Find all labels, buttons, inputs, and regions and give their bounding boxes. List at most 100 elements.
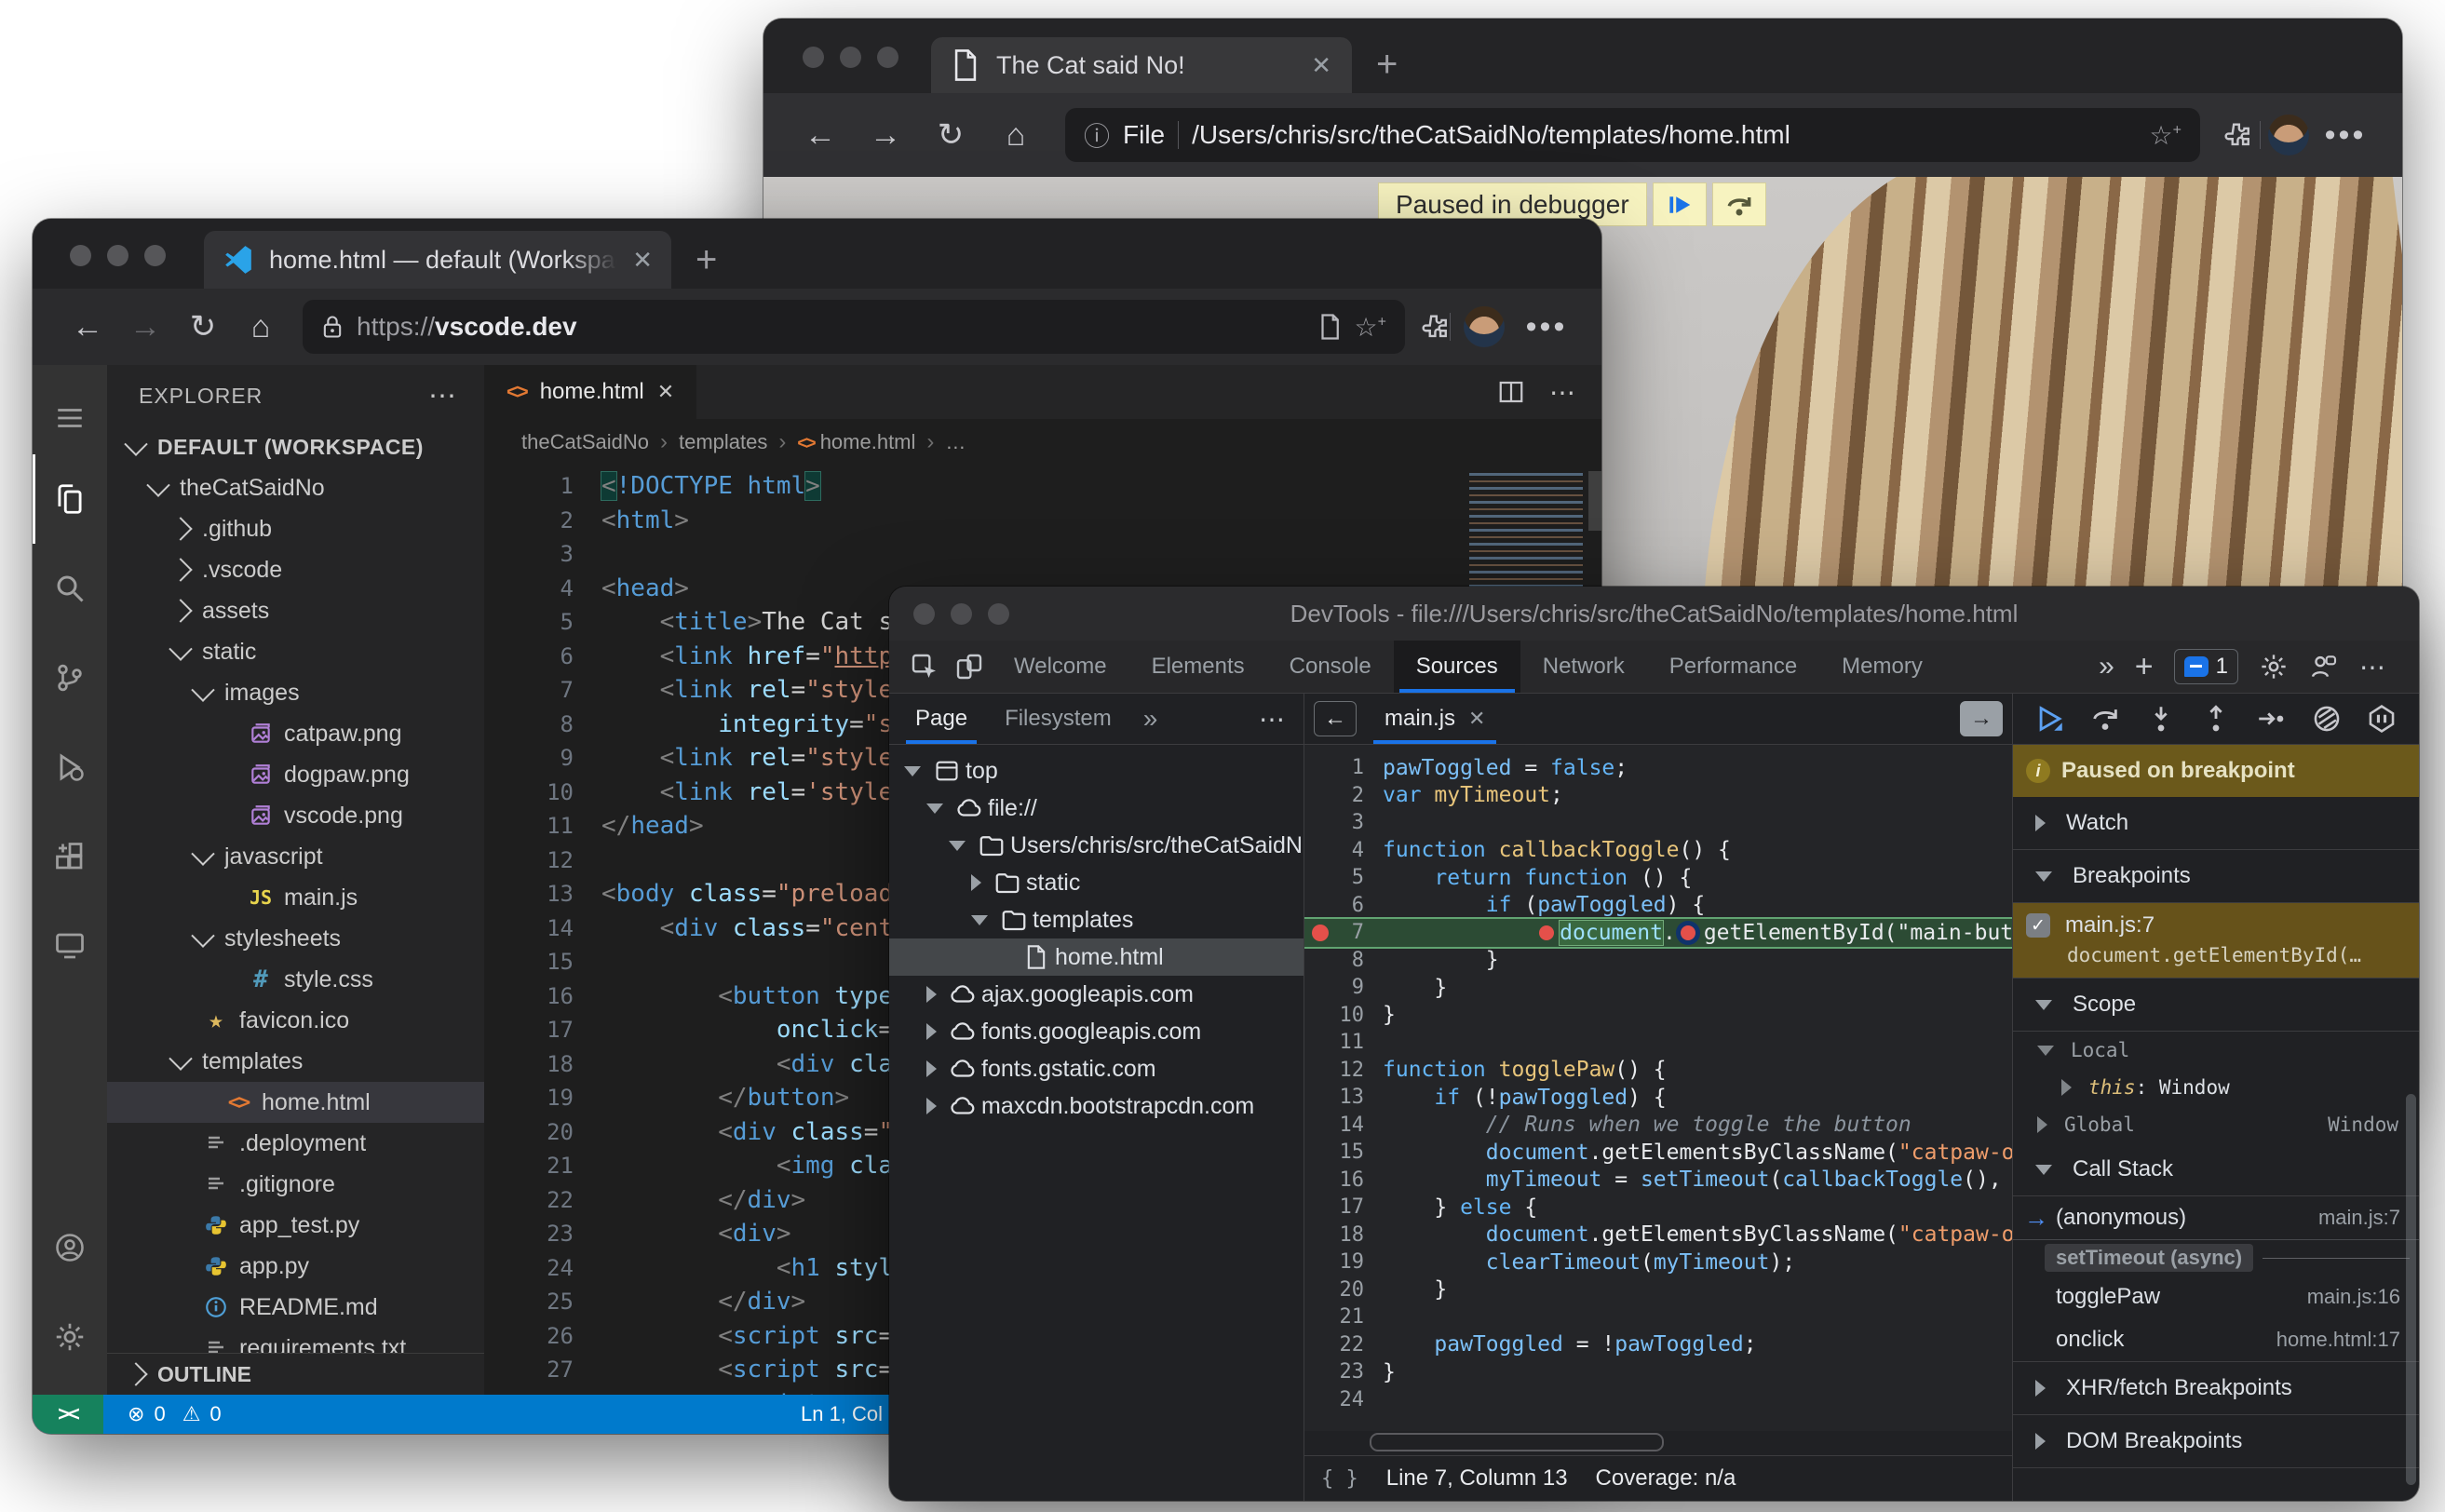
code-line[interactable]: 3 <box>484 537 1601 572</box>
code-line[interactable]: 6 if (pawToggled) { <box>1304 892 2012 920</box>
search-icon[interactable] <box>33 544 107 633</box>
forward-icon[interactable]: → <box>857 117 914 154</box>
line-number[interactable]: 7 <box>1304 921 1383 944</box>
navigator-tab-filesystem[interactable]: Filesystem <box>986 694 1130 744</box>
devtools-tab-console[interactable]: Console <box>1267 641 1394 693</box>
devtools-tab-performance[interactable]: Performance <box>1647 641 1819 693</box>
back-icon[interactable]: ← <box>59 309 116 345</box>
line-number[interactable]: 10 <box>484 779 601 805</box>
pretty-print-icon[interactable]: { } <box>1321 1467 1358 1491</box>
bookmark-star-icon[interactable]: ☆+ <box>2150 120 2182 151</box>
resource-item-fonts.gstatic.com[interactable]: fonts.gstatic.com <box>889 1050 1304 1087</box>
breadcrumb-item[interactable]: <> home.html <box>797 430 915 454</box>
line-number[interactable]: 25 <box>484 1289 601 1315</box>
problems-status[interactable]: ⊗ 0 ⚠ 0 <box>128 1402 222 1426</box>
line-number[interactable]: 17 <box>484 1017 601 1043</box>
line-number[interactable]: 26 <box>484 1323 601 1349</box>
code-line[interactable]: 24 <box>1304 1386 2012 1414</box>
scope-section-header[interactable]: Scope <box>2013 979 2419 1032</box>
watch-section-header[interactable]: Watch <box>2013 797 2419 850</box>
call-stack-frame[interactable]: onclick home.html:17 <box>2013 1318 2419 1361</box>
line-number[interactable]: 7 <box>484 677 601 703</box>
more-tabs-chevrons[interactable]: » <box>2099 651 2114 682</box>
line-number[interactable]: 23 <box>484 1221 601 1247</box>
line-number[interactable]: 5 <box>484 609 601 635</box>
explorer-item-home.html[interactable]: <> home.html <box>107 1082 484 1123</box>
line-number[interactable]: 15 <box>484 949 601 975</box>
line-number[interactable]: 3 <box>484 541 601 567</box>
explorer-item-.gitignore[interactable]: .gitignore <box>107 1164 484 1205</box>
line-number[interactable]: 22 <box>484 1187 601 1213</box>
line-number[interactable]: 9 <box>1304 976 1383 999</box>
explorer-item-style.css[interactable]: # style.css <box>107 959 484 1000</box>
browser-menu-icon[interactable]: ••• <box>1518 309 1575 345</box>
explorer-more-actions-icon[interactable]: ⋯ <box>428 380 458 412</box>
call-stack-frame[interactable]: → (anonymous) main.js:7 <box>2013 1196 2419 1239</box>
new-tab-button[interactable]: + <box>1376 44 1398 86</box>
line-number[interactable]: 13 <box>484 881 601 907</box>
forward-icon[interactable]: → <box>116 309 174 345</box>
remote-explorer-icon[interactable] <box>33 901 107 991</box>
reload-icon[interactable]: ↻ <box>922 116 979 154</box>
line-number[interactable]: 19 <box>1304 1250 1383 1274</box>
resource-item-templates[interactable]: templates <box>889 901 1304 938</box>
reader-page-icon[interactable] <box>1317 313 1342 341</box>
line-number[interactable]: 19 <box>484 1085 601 1111</box>
resource-item-top[interactable]: top <box>889 752 1304 790</box>
extensions-puzzle-icon[interactable] <box>2221 119 2252 151</box>
line-number[interactable]: 24 <box>1304 1388 1383 1411</box>
explorer-item-vscode.png[interactable]: vscode.png <box>107 795 484 836</box>
home-icon[interactable]: ⌂ <box>232 309 290 345</box>
code-line[interactable]: 13 if (!pawToggled) { <box>1304 1084 2012 1112</box>
line-number[interactable]: 4 <box>1304 839 1383 862</box>
home-icon[interactable]: ⌂ <box>987 117 1045 154</box>
line-number[interactable]: 17 <box>1304 1195 1383 1219</box>
line-number[interactable]: 14 <box>1304 1114 1383 1137</box>
dom-breakpoints-section-header[interactable]: DOM Breakpoints <box>2013 1415 2419 1468</box>
breadcrumb[interactable]: theCatSaidNo › templates › <> home.html ›… <box>484 419 1601 466</box>
code-line[interactable]: 23} <box>1304 1358 2012 1386</box>
line-number[interactable]: 20 <box>1304 1278 1383 1302</box>
line-number[interactable]: 21 <box>1304 1305 1383 1329</box>
back-icon[interactable]: ← <box>791 117 849 154</box>
breakpoint-checkbox[interactable]: ✓ <box>2026 913 2050 938</box>
deactivate-breakpoints-icon[interactable] <box>2311 703 2343 735</box>
code-line[interactable]: 19 clearTimeout(myTimeout); <box>1304 1249 2012 1276</box>
breakpoint-entry[interactable]: ✓ main.js:7 document.getElementById(… <box>2013 903 2419 979</box>
line-number[interactable]: 13 <box>1304 1086 1383 1109</box>
code-line[interactable]: 11 <box>1304 1029 2012 1057</box>
code-line[interactable]: 5 return function () { <box>1304 864 2012 892</box>
code-line[interactable]: 10} <box>1304 1002 2012 1030</box>
explorer-item-theCatSaidNo[interactable]: theCatSaidNo <box>107 467 484 508</box>
line-number[interactable]: 27 <box>484 1357 601 1383</box>
url-host[interactable]: vscode.dev <box>435 312 577 341</box>
explorer-item-.deployment[interactable]: .deployment <box>107 1123 484 1164</box>
explorer-item-README.md[interactable]: README.md <box>107 1287 484 1328</box>
resource-item-home.html[interactable]: home.html <box>889 938 1304 976</box>
profile-avatar[interactable] <box>2268 115 2309 155</box>
line-number[interactable]: 1 <box>484 473 601 499</box>
devtools-tab-memory[interactable]: Memory <box>1819 641 1945 693</box>
pause-on-exceptions-icon[interactable] <box>2366 703 2398 735</box>
explorer-item-static[interactable]: static <box>107 631 484 672</box>
code-line[interactable]: 22 pawToggled = !pawToggled; <box>1304 1331 2012 1359</box>
explorer-item-images[interactable]: images <box>107 672 484 713</box>
code-line[interactable]: 1 pawToggled = false; <box>1304 754 2012 782</box>
source-code-editor[interactable]: 1 pawToggled = false; 2 var myTimeout; 3 4 fun… <box>1304 745 2012 1431</box>
reload-icon[interactable]: ↻ <box>174 308 232 345</box>
code-line[interactable]: 21 <box>1304 1303 2012 1331</box>
explorer-item-.github[interactable]: .github <box>107 508 484 549</box>
browser-tab[interactable]: home.html — default (Workspace) ✕ <box>204 231 671 289</box>
line-number[interactable]: 8 <box>484 711 601 737</box>
devtools-tab-network[interactable]: Network <box>1520 641 1647 693</box>
resource-item-fonts.googleapis.com[interactable]: fonts.googleapis.com <box>889 1013 1304 1050</box>
scope-this-row[interactable]: this: Window <box>2013 1069 2419 1106</box>
explorer-icon[interactable] <box>33 454 107 544</box>
explorer-item-app_test.py[interactable]: app_test.py <box>107 1205 484 1246</box>
line-number[interactable]: 20 <box>484 1119 601 1145</box>
explorer-item-DEFAULT (WORKSPACE)[interactable]: DEFAULT (WORKSPACE) <box>107 426 484 467</box>
navigator-more-tabs-chevrons[interactable]: » <box>1130 704 1171 734</box>
minimap[interactable] <box>1469 473 1583 603</box>
issues-badge[interactable]: 1 <box>2173 649 2238 684</box>
call-stack-section-header[interactable]: Call Stack <box>2013 1143 2419 1196</box>
